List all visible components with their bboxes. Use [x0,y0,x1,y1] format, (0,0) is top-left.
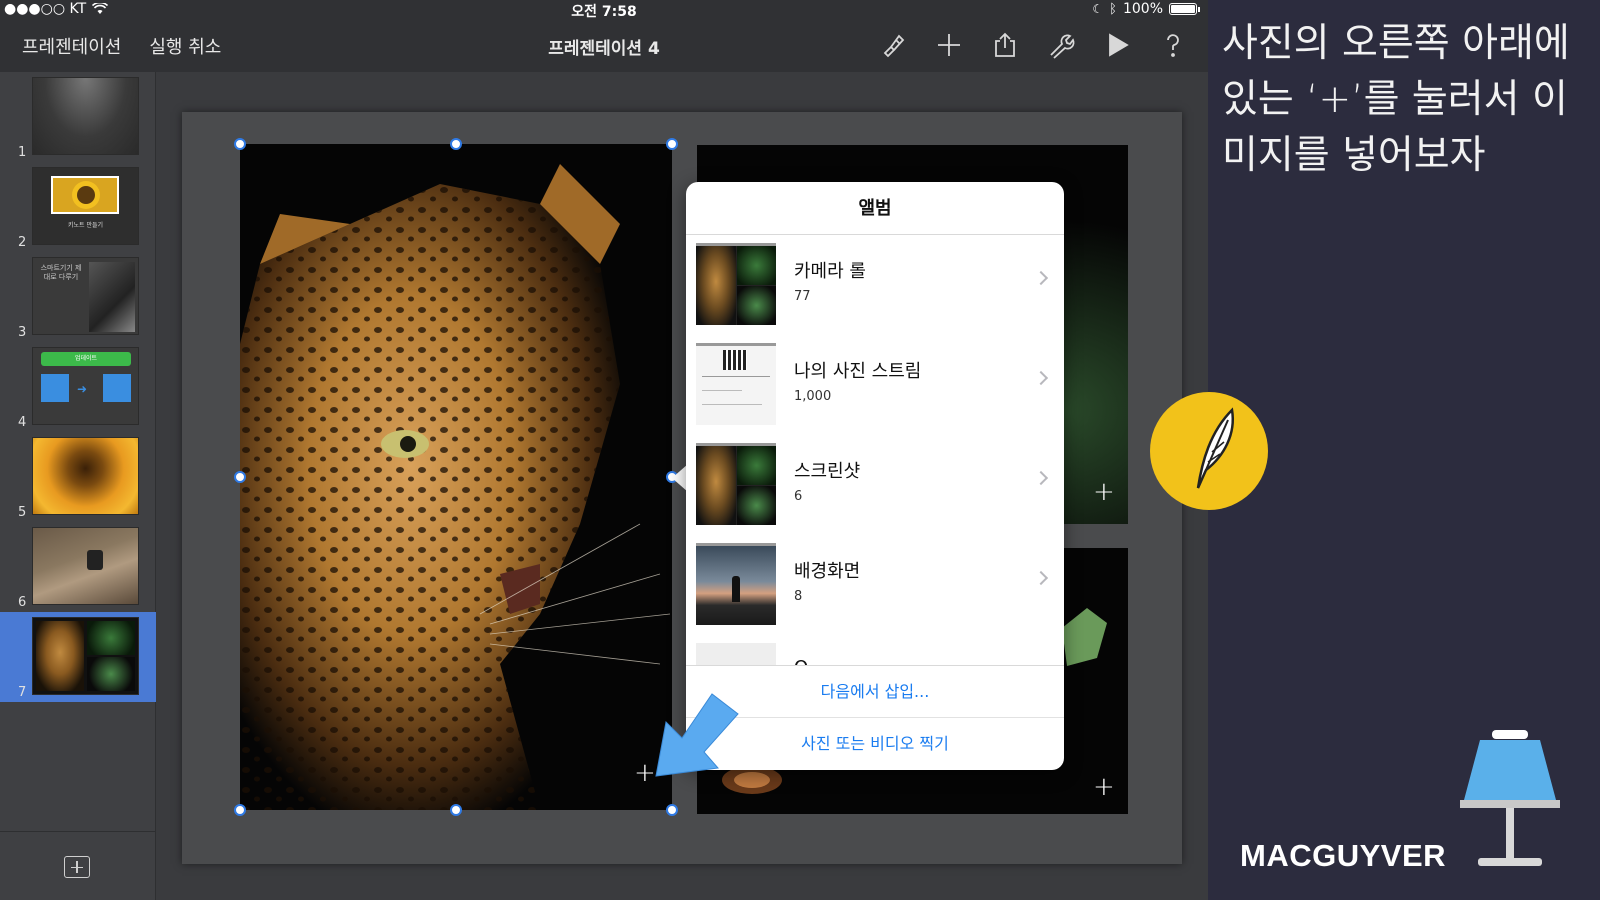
keynote-podium-icon [1460,730,1560,866]
album-count: 6 [794,489,803,504]
presentations-button[interactable]: 프레젠테이션 [22,33,121,59]
album-screenshots[interactable]: 스크린샷 6 [686,435,1064,535]
bluetooth-icon: ᛒ [1109,1,1117,17]
album-name: Q... [794,657,825,665]
slide-thumbnail-3[interactable]: 스마트기기 제대로 다루기 3 [0,252,156,342]
album-name: 나의 사진 스트림 [794,361,922,382]
slide-thumbnail-2[interactable]: 키노트 만들기 2 [0,162,156,252]
leopard-image[interactable]: + [240,144,672,810]
selection-handle[interactable] [666,138,678,150]
slide-2-caption: 키노트 만들기 [67,222,104,229]
selection-handle[interactable] [450,138,462,150]
chevron-right-icon [1033,370,1049,386]
moon-icon: ☾ [1092,2,1104,16]
brand-label: MACGUYVER [1240,838,1447,873]
album-name: 카메라 롤 [794,261,866,282]
insert-from-button[interactable]: 다음에서 삽입... [686,666,1064,718]
chevron-right-icon [1033,570,1049,586]
popover-title: 앨범 [686,182,1064,235]
chevron-right-icon [1033,270,1049,286]
album-name: 배경화면 [794,561,861,582]
selection-handle[interactable] [666,804,678,816]
format-brush-icon[interactable] [876,28,910,62]
slide-thumbnail-4[interactable]: 업데이트 ➜ 4 [0,342,156,432]
album-partial[interactable]: Q... [686,635,1064,665]
album-count: 8 [794,589,803,604]
play-icon[interactable] [1100,28,1134,62]
album-count: 77 [794,289,811,304]
selection-handle[interactable] [234,804,246,816]
chevron-right-icon [1033,470,1049,486]
selection-handle[interactable] [234,471,246,483]
ipad-screen: ●●●○○ KT 오전 7:58 ☾ ᛒ 100% 프레젠테이션 실행 취소 프… [0,0,1208,900]
popover-actions: 다음에서 삽입... 사진 또는 비디오 찍기 [686,665,1064,770]
clock: 오전 7:58 [571,4,637,20]
pointer-arrow-icon [655,693,739,777]
slide-thumbnail-1[interactable]: 1 [0,72,156,162]
slide-thumbnail-6[interactable]: 6 [0,522,156,612]
album-wallpapers[interactable]: 배경화면 8 [686,535,1064,635]
selection-handle[interactable] [234,138,246,150]
add-slide-button[interactable] [64,856,90,878]
album-list: 카메라 롤 77 나의 사진 스트림 1,000 스크린샷 6 배경화면 8 [686,235,1064,665]
slide-navigator: 1 키노트 만들기 2 스마트기기 제대로 다루기 3 업데이트 ➜ 4 5 6… [0,72,156,900]
slide-thumbnail-5[interactable]: 5 [0,432,156,522]
tutorial-caption: 사진의 오른쪽 아래에 있는 ‘+’를 눌러서 이미지를 넣어보자 [1222,21,1570,178]
slide-3-caption: 스마트기기 제대로 다루기 [40,264,82,281]
battery-label: 100% [1122,1,1163,17]
battery-icon [1169,3,1200,15]
selection-handle[interactable] [450,804,462,816]
wrench-icon[interactable] [1044,28,1078,62]
album-count: 1,000 [794,389,832,404]
album-name: 스크린샷 [794,461,861,482]
take-photo-button[interactable]: 사진 또는 비디오 찍기 [686,718,1064,770]
help-icon[interactable] [1156,28,1190,62]
slide-4-caption: 업데이트 [41,352,131,366]
feather-badge-icon [1150,392,1268,510]
album-my-photo-stream[interactable]: 나의 사진 스트림 1,000 [686,335,1064,435]
album-camera-roll[interactable]: 카메라 롤 77 [686,235,1064,335]
undo-button[interactable]: 실행 취소 [149,33,221,59]
album-popover: 앨범 카메라 롤 77 나의 사진 스트림 1,000 스크린샷 6 배경화면 … [686,182,1064,770]
slide-thumbnail-7[interactable]: 7 [0,612,156,702]
share-icon[interactable] [988,28,1022,62]
status-bar: ●●●○○ KT 오전 7:58 ☾ ᛒ 100% [0,0,1208,20]
toolbar: 프레젠테이션 실행 취소 프레젠테이션 4 [0,20,1208,72]
add-image-plus-icon-bottom[interactable]: + [1093,774,1115,800]
add-image-plus-icon-top[interactable]: + [1093,479,1115,505]
insert-plus-icon[interactable] [932,28,966,62]
leopard-photo [240,144,672,810]
